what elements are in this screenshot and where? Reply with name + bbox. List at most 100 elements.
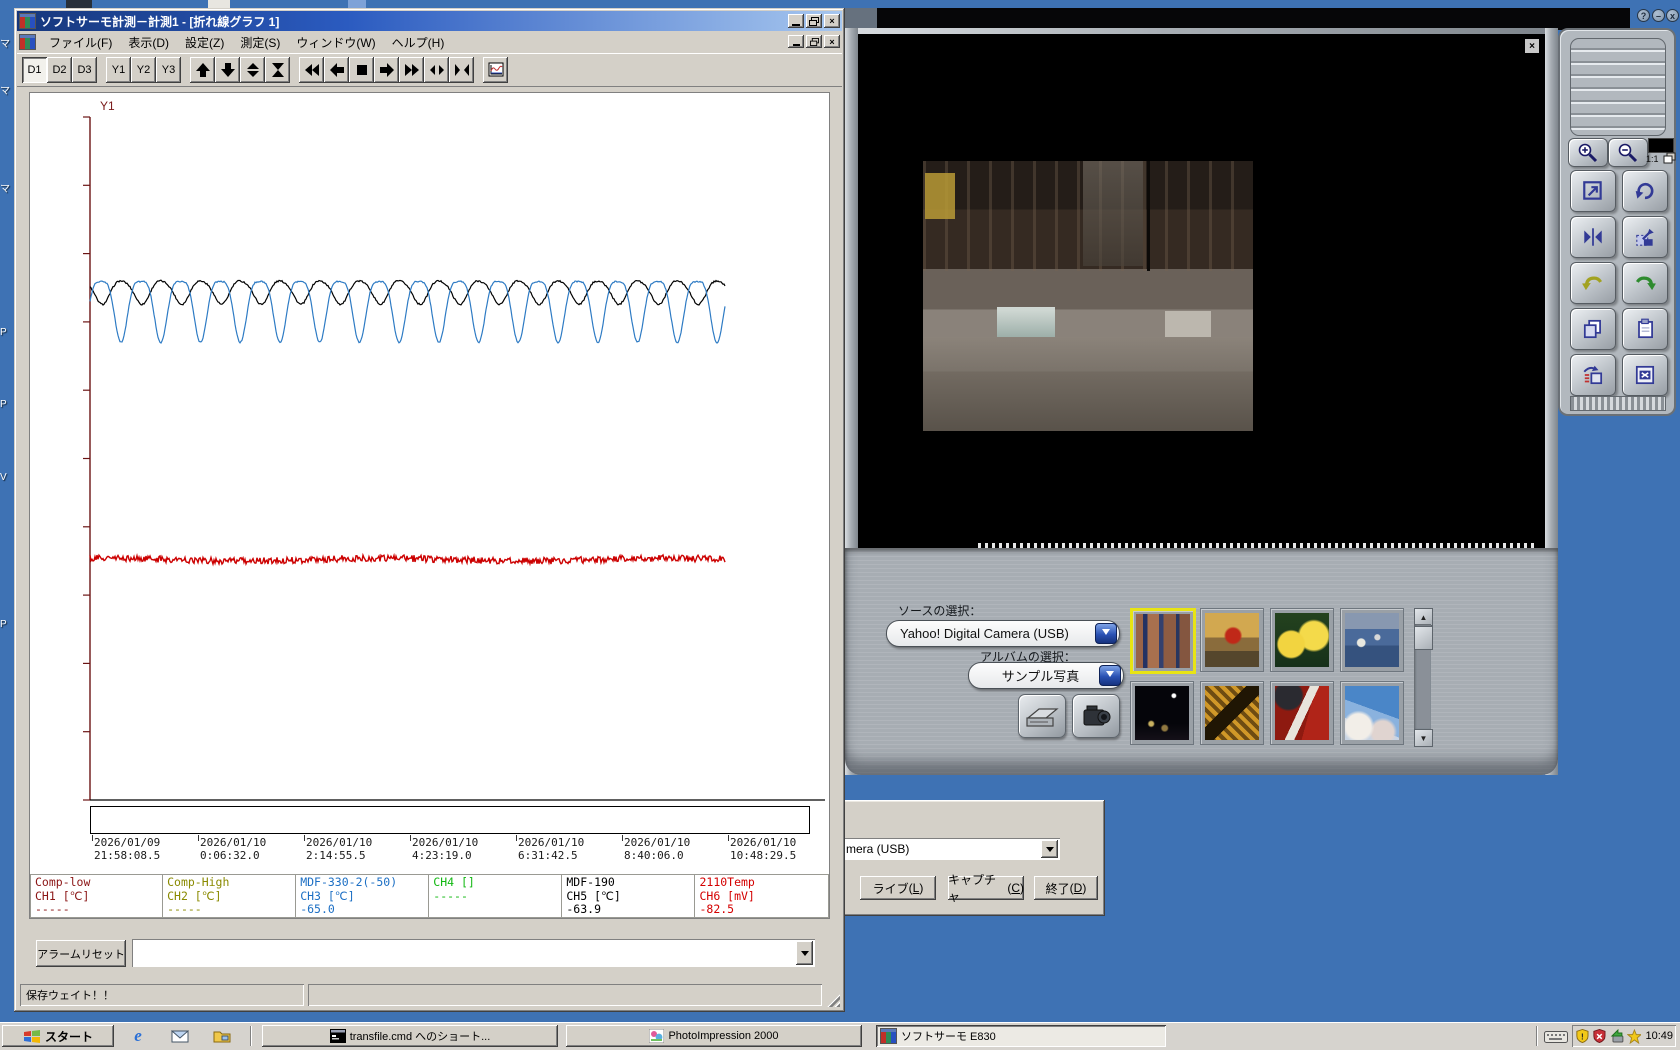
thumbnail-sky-clouds[interactable]	[1340, 681, 1404, 745]
thumbnail-gold-abstract[interactable]	[1200, 681, 1264, 745]
toolbar-d2-button[interactable]: D2	[47, 57, 72, 83]
album-select-dropdown[interactable]: サンプル写真	[968, 662, 1124, 689]
thumbnail-harbor-boats[interactable]	[1340, 608, 1404, 672]
clock[interactable]: 10:49	[1645, 1030, 1673, 1042]
palette-bottom-grip[interactable]	[1570, 396, 1666, 411]
live-image-foreground	[923, 337, 1253, 431]
paste-button[interactable]	[1622, 308, 1668, 350]
close-icon[interactable]: ×	[1524, 38, 1540, 54]
capture-button[interactable]: キャプチャ(C)	[948, 873, 1024, 904]
thumbnail-red-bird[interactable]	[1200, 608, 1264, 672]
camera-source-combobox[interactable]: mera (USB)	[842, 838, 1060, 860]
envelope-icon	[171, 1030, 189, 1043]
toolbar-d1-button[interactable]: D1	[22, 57, 47, 83]
thumbnail-canyon-rocks[interactable]	[1130, 608, 1196, 674]
star-icon[interactable]	[1626, 1028, 1642, 1044]
undo-button[interactable]	[1570, 262, 1616, 304]
mdi-minimize-button[interactable]	[788, 35, 804, 48]
internet-explorer-icon[interactable]: e	[128, 1026, 148, 1045]
cascade-windows-icon[interactable]	[1663, 152, 1676, 164]
taskbar-item-softthermo-active[interactable]: ソフトサーモ E830	[876, 1025, 1166, 1047]
chart-canvas	[83, 116, 825, 801]
rotate-button[interactable]	[1622, 170, 1668, 212]
usb-eject-icon[interactable]	[1609, 1028, 1625, 1044]
toolbar-y3-button[interactable]: Y3	[156, 57, 181, 83]
redo-button[interactable]	[1622, 262, 1668, 304]
mdi-close-button[interactable]: ×	[824, 35, 840, 48]
minimize-button[interactable]: –	[1652, 9, 1665, 22]
start-button[interactable]: スタート	[2, 1025, 114, 1047]
time-expand-button[interactable]	[424, 57, 449, 83]
minimize-button[interactable]	[788, 14, 804, 28]
chevron-down-icon[interactable]	[1099, 665, 1121, 686]
zoom-readout-lcd	[1648, 138, 1674, 153]
taskbar-item-photoimpression[interactable]: PhotoImpression 2000	[566, 1025, 862, 1047]
thumbnail-ship-red-hull[interactable]	[1270, 681, 1334, 745]
camera-source-value: mera (USB)	[846, 842, 910, 856]
time-compress-button[interactable]	[449, 57, 474, 83]
menu-file[interactable]: ファイル(F)	[42, 32, 119, 53]
help-button[interactable]: ?	[1637, 9, 1650, 22]
resize-grip[interactable]	[827, 994, 840, 1007]
scroll-fast-right-button[interactable]	[399, 57, 424, 83]
zoom-ratio-button[interactable]: 1:1	[1646, 154, 1659, 164]
warning-shield-icon[interactable]: !	[1575, 1028, 1590, 1044]
scale-expand-button[interactable]	[240, 57, 265, 83]
zoom-out-button[interactable]	[1608, 138, 1648, 167]
scale-compress-button[interactable]	[265, 57, 290, 83]
stop-button[interactable]	[349, 57, 374, 83]
thumbnail-yellow-flowers[interactable]	[1270, 608, 1334, 672]
restore-button[interactable]	[806, 14, 822, 28]
resize-button[interactable]	[1570, 170, 1616, 212]
chevron-down-icon[interactable]	[1041, 840, 1058, 858]
chevron-down-icon[interactable]	[1095, 623, 1117, 644]
source-select-dropdown[interactable]: Yahoo! Digital Camera (USB)	[886, 620, 1120, 647]
document-icon[interactable]	[19, 34, 36, 50]
live-button[interactable]: ライブ(L)	[860, 876, 936, 900]
alarm-reset-button[interactable]: アラームリセット	[36, 940, 126, 967]
palette-grip[interactable]	[1570, 38, 1666, 136]
toolbar-y2-button[interactable]: Y2	[131, 57, 156, 83]
desktop-folder-icon[interactable]	[212, 1027, 232, 1045]
x-tick-mark	[410, 835, 411, 841]
flip-horizontal-button[interactable]	[1570, 216, 1616, 258]
time-range-box[interactable]	[90, 806, 810, 834]
mdi-restore-button[interactable]	[806, 35, 822, 48]
exit-button[interactable]: 終了(D)	[1034, 876, 1098, 900]
error-shield-icon[interactable]	[1592, 1028, 1607, 1044]
series-CH6	[89, 552, 726, 567]
scroll-down-button[interactable]: ▼	[1414, 729, 1433, 747]
thumbnail-city-night[interactable]	[1130, 681, 1194, 745]
keyboard-layout-icon[interactable]	[1544, 1030, 1568, 1044]
scroll-right-button[interactable]	[374, 57, 399, 83]
graph-settings-button[interactable]	[483, 57, 508, 83]
alarm-combobox[interactable]	[132, 939, 815, 967]
crop-resize-button[interactable]	[1622, 216, 1668, 258]
copy-button[interactable]	[1570, 308, 1616, 350]
delete-button[interactable]	[1570, 354, 1616, 396]
menu-view[interactable]: 表示(D)	[121, 32, 176, 53]
scroll-fast-left-button[interactable]	[299, 57, 324, 83]
task-label: ソフトサーモ E830	[901, 1031, 996, 1043]
toolbar-d3-button[interactable]: D3	[72, 57, 97, 83]
scale-down-button[interactable]	[215, 57, 240, 83]
acquire-scanner-button[interactable]	[1018, 694, 1066, 738]
app-icon	[19, 13, 36, 29]
scroll-left-button[interactable]	[324, 57, 349, 83]
menu-window[interactable]: ウィンドウ(W)	[289, 32, 382, 53]
scrollbar-thumb[interactable]	[1414, 626, 1433, 650]
chevron-down-icon[interactable]	[796, 941, 813, 965]
zoom-in-button[interactable]	[1568, 138, 1608, 167]
title-bar[interactable]: ソフトサーモ計測－計測1 - [折れ線グラフ 1] ×	[17, 11, 842, 31]
menu-settings[interactable]: 設定(Z)	[178, 32, 231, 53]
scale-up-button[interactable]	[190, 57, 215, 83]
menu-measure[interactable]: 測定(S)	[233, 32, 287, 53]
acquire-camera-button[interactable]	[1072, 694, 1120, 738]
toolbar-y1-button[interactable]: Y1	[106, 57, 131, 83]
close-button[interactable]: ×	[824, 14, 840, 28]
menu-help[interactable]: ヘルプ(H)	[385, 32, 452, 53]
close-button[interactable]: x	[1666, 9, 1679, 22]
outlook-express-icon[interactable]	[170, 1027, 190, 1045]
close-image-button[interactable]	[1622, 354, 1668, 396]
taskbar-item-transfile[interactable]: transfile.cmd へのショート...	[262, 1025, 558, 1047]
